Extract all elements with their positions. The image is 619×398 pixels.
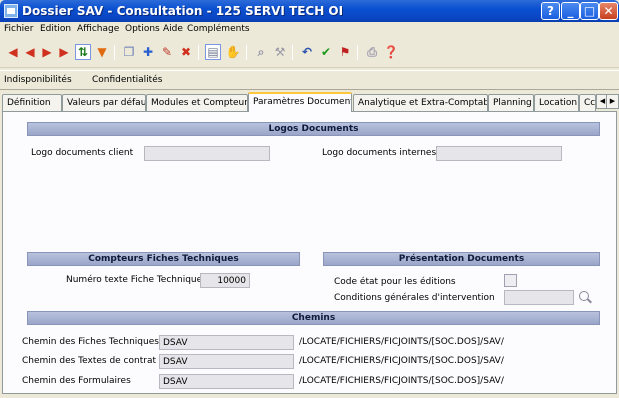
undo-icon: ↶	[301, 45, 313, 59]
print-icon: ⎙	[367, 45, 377, 59]
code-etat-checkbox[interactable]	[504, 274, 517, 287]
previous-record-button[interactable]: ◀	[22, 44, 38, 60]
delete-icon: ✖	[180, 45, 192, 59]
tab-analytique-extra-comptable[interactable]: Analytique et Extra-Comptable	[353, 94, 488, 111]
menu-bar: Fichier Edition Affichage Options Aide C…	[0, 22, 619, 38]
toolbar-separator	[357, 45, 358, 60]
tab-cc[interactable]: Cc	[579, 94, 596, 111]
logos-documents-header: Logos Documents	[27, 122, 600, 136]
validate-button[interactable]: ✔	[318, 44, 334, 60]
chemin-fiches-field[interactable]: DSAV	[159, 335, 294, 350]
first-record-icon: ◀	[8, 45, 18, 59]
title-bar: Dossier SAV - Consultation - 125 SERVI T…	[0, 0, 619, 22]
help-toolbar-button[interactable]: ❓	[383, 44, 399, 60]
toolbar-separator	[198, 45, 199, 60]
toolbar-separator	[114, 45, 115, 60]
copy-icon: ❐	[123, 45, 135, 59]
code-etat-label: Code état pour les éditions	[334, 277, 456, 287]
menu-affichage[interactable]: Affichage	[77, 24, 119, 34]
tab-definition[interactable]: Définition	[2, 94, 62, 111]
add-icon: ✚	[142, 45, 154, 59]
tab-parametres-documents[interactable]: Paramètres Documents	[248, 92, 352, 112]
menu-aide[interactable]: Aide	[163, 24, 183, 34]
chemin-fiches-path: /LOCATE/FICHIERS/FICJOINTS/[SOC.DOS]/SAV…	[299, 337, 504, 347]
conditions-generales-label: Conditions générales d'intervention	[334, 293, 495, 303]
tools-icon: ⚒	[274, 45, 286, 59]
help-icon: ❓	[383, 45, 399, 59]
window-bottom-border	[0, 394, 619, 398]
numero-texte-field[interactable]: 10000	[200, 273, 250, 288]
indisponibilites-button[interactable]: Indisponibilités	[4, 75, 72, 85]
filter-button[interactable]: ▼	[94, 44, 110, 60]
tab-scroll-right-icon[interactable]: ▶	[606, 94, 619, 109]
close-button[interactable]: ✕	[599, 2, 618, 20]
search-icon[interactable]	[579, 291, 592, 304]
flag-button[interactable]: ⚑	[337, 44, 353, 60]
maximize-button[interactable]: □	[580, 2, 599, 20]
menu-fichier[interactable]: Fichier	[4, 24, 33, 34]
last-record-button[interactable]: ▶	[56, 44, 72, 60]
chemin-formulaires-path: /LOCATE/FICHIERS/FICJOINTS/[SOC.DOS]/SAV…	[299, 376, 504, 386]
next-record-icon: ▶	[42, 45, 52, 59]
edit-icon: ✎	[161, 45, 173, 59]
search-button[interactable]: ⌕	[253, 44, 269, 60]
toolbar: ◀ ◀ ▶ ▶ ⇅ ▼ ❐ ✚ ✎ ✖ ▤ ✋ ⌕ ⚒ ↶ ✔ ⚑ ⎙ ❓	[0, 38, 619, 68]
chemin-fiches-label: Chemin des Fiches Techniques	[22, 337, 159, 347]
search-icon: ⌕	[257, 45, 265, 59]
minimize-button[interactable]: _	[561, 2, 580, 20]
toolbar-separator	[246, 45, 247, 60]
chemin-textes-field[interactable]: DSAV	[159, 354, 294, 369]
delete-button[interactable]: ✖	[178, 44, 194, 60]
chemins-header: Chemins	[27, 311, 600, 325]
validate-icon: ✔	[320, 45, 332, 59]
flag-icon: ⚑	[339, 45, 351, 59]
tab-valeurs-par-defaut[interactable]: Valeurs par défaut	[62, 94, 146, 111]
tab-strip: Définition Valeurs par défaut Modules et…	[0, 92, 619, 112]
copy-button[interactable]: ❐	[121, 44, 137, 60]
menu-complements[interactable]: Compléments	[187, 24, 250, 34]
last-record-icon: ▶	[59, 45, 69, 59]
numero-texte-label: Numéro texte Fiche Technique	[66, 275, 203, 285]
menu-options[interactable]: Options	[125, 24, 160, 34]
app-icon	[4, 4, 18, 18]
attach-icon: ✋	[225, 45, 241, 59]
menu-edition[interactable]: Edition	[40, 24, 71, 34]
document-button[interactable]: ▤	[205, 44, 221, 60]
logo-client-field[interactable]	[144, 146, 270, 161]
add-button[interactable]: ✚	[140, 44, 156, 60]
presentation-documents-header: Présentation Documents	[323, 252, 600, 266]
confidentialites-button[interactable]: Confidentialités	[92, 75, 162, 85]
filter-icon: ▼	[97, 45, 107, 59]
first-record-button[interactable]: ◀	[5, 44, 21, 60]
next-record-button[interactable]: ▶	[39, 44, 55, 60]
document-icon: ▤	[207, 45, 219, 59]
previous-record-icon: ◀	[25, 45, 35, 59]
sort-button[interactable]: ⇅	[75, 44, 91, 60]
logo-internes-field[interactable]	[436, 146, 562, 161]
toolbar-separator	[292, 45, 293, 60]
chemin-textes-label: Chemin des Textes de contrat	[22, 356, 156, 366]
compteurs-header: Compteurs Fiches Techniques	[27, 252, 300, 266]
logo-internes-label: Logo documents internes	[322, 148, 437, 158]
logo-client-label: Logo documents client	[31, 148, 134, 158]
sort-icon: ⇅	[77, 45, 89, 59]
print-button[interactable]: ⎙	[364, 44, 380, 60]
tab-planning[interactable]: Planning	[488, 94, 534, 111]
attach-button[interactable]: ✋	[225, 44, 241, 60]
tab-panel: Logos Documents Logo documents client Lo…	[2, 111, 617, 394]
conditions-generales-field[interactable]	[504, 290, 574, 305]
undo-button[interactable]: ↶	[299, 44, 315, 60]
tab-location[interactable]: Location	[534, 94, 579, 111]
window-title: Dossier SAV - Consultation - 125 SERVI T…	[22, 4, 344, 18]
help-button[interactable]: ?	[541, 2, 560, 20]
tools-button[interactable]: ⚒	[272, 44, 288, 60]
chemin-formulaires-field[interactable]: DSAV	[159, 374, 294, 389]
secondary-toolbar: Indisponibilités Confidentialités	[0, 70, 619, 90]
tab-modules-et-compteurs[interactable]: Modules et Compteurs	[146, 94, 248, 111]
chemin-formulaires-label: Chemin des Formulaires	[22, 376, 131, 386]
chemin-textes-path: /LOCATE/FICHIERS/FICJOINTS/[SOC.DOS]/SAV…	[299, 356, 504, 366]
edit-button[interactable]: ✎	[159, 44, 175, 60]
